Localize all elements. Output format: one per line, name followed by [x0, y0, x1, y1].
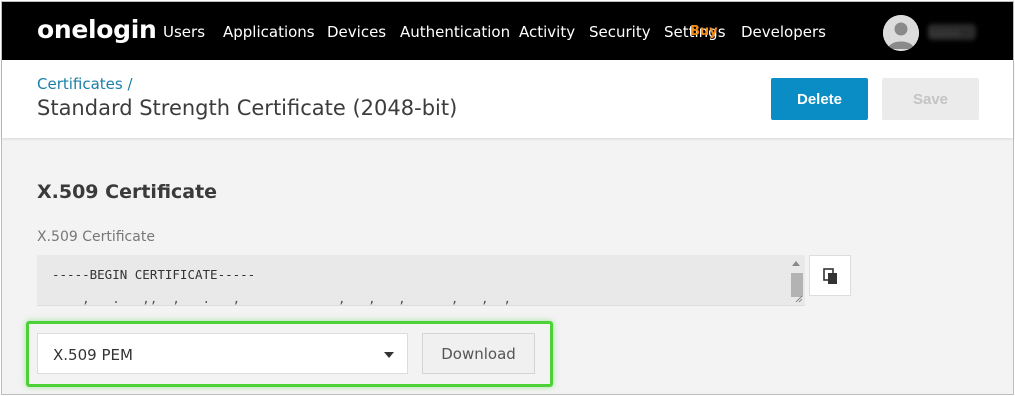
resize-grip-icon[interactable] [795, 295, 803, 303]
page-header: Certificates / Standard Strength Certifi… [2, 60, 1013, 138]
breadcrumb-certificates[interactable]: Certificates / [37, 75, 133, 93]
scrollbar-thumb[interactable] [791, 273, 803, 297]
format-select[interactable]: X.509 PEM [37, 333, 408, 374]
nav-item-users[interactable]: Users [163, 23, 205, 41]
nav-item-authentication[interactable]: Authentication [400, 23, 510, 41]
copy-button[interactable] [809, 255, 851, 296]
nav-item-devices[interactable]: Devices [327, 23, 386, 41]
certificate-field-label: X.509 Certificate [37, 229, 155, 245]
user-name[interactable]: Name [928, 24, 976, 40]
delete-button[interactable]: Delete [771, 78, 868, 120]
save-button[interactable]: Save [882, 78, 979, 120]
nav-item-applications[interactable]: Applications [223, 23, 315, 41]
nav-item-activity[interactable]: Activity [519, 23, 575, 41]
buy-badge[interactable]: Buy [690, 24, 718, 39]
user-avatar-icon [883, 15, 919, 51]
copy-icon [823, 268, 837, 284]
user-name-text: Name [928, 26, 961, 40]
scroll-up-arrow-icon[interactable] [792, 261, 800, 266]
page-title: Standard Strength Certificate (2048-bit) [37, 96, 458, 120]
nav-item-developers[interactable]: Developers [741, 23, 826, 41]
onelogin-logo[interactable]: onelogin [37, 15, 157, 44]
certificate-textarea[interactable]: -----BEGIN CERTIFICATE----- , . ,, , . ,… [37, 255, 805, 306]
certificate-text-line: , . ,, , . , , , , , , , [52, 291, 512, 306]
section-title: X.509 Certificate [37, 181, 218, 203]
download-button[interactable]: Download [422, 333, 535, 374]
user-avatar[interactable] [883, 15, 919, 51]
top-navigation: onelogin Users Applications Devices Auth… [2, 2, 1013, 60]
format-select-value: X.509 PEM [53, 346, 133, 364]
nav-item-security[interactable]: Security [589, 23, 651, 41]
certificate-text-line: -----BEGIN CERTIFICATE----- [52, 267, 256, 282]
chevron-down-icon [384, 352, 394, 358]
